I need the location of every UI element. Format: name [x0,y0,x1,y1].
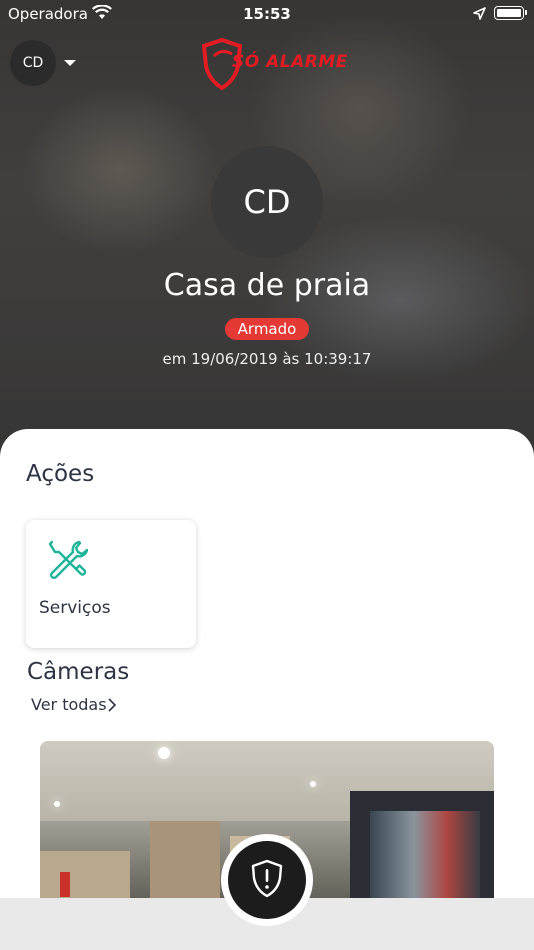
status-bar: Operadora 15:53 [0,0,534,28]
battery-icon [494,6,527,20]
place-name: Casa de praia [163,268,371,303]
cameras-heading: Câmeras [27,659,130,685]
chevron-right-icon[interactable] [107,697,117,717]
place-avatar: CD [211,146,323,258]
status-timestamp: em 19/06/2019 às 10:39:17 [162,350,372,368]
services-card[interactable]: Serviços [26,520,196,648]
logo-text: SÓ ALARME [232,52,348,72]
camera-image-light [310,781,316,787]
tools-icon [46,538,89,584]
shield-alert-icon [249,858,285,902]
camera-image-light [158,747,170,759]
actions-heading: Ações [26,461,95,487]
chevron-down-icon[interactable] [64,60,76,66]
camera-image-extinguisher [60,872,70,897]
location-arrow-icon [473,6,486,24]
status-badge: Armado [224,318,310,340]
services-label: Serviços [39,598,111,618]
panic-button[interactable] [221,834,313,926]
brand-logo: SÓ ALARME [202,36,347,92]
clock: 15:53 [243,5,291,23]
account-switcher-avatar[interactable]: CD [10,40,56,86]
see-all-cameras-link[interactable]: Ver todas [31,695,107,714]
camera-image-light [54,801,60,807]
